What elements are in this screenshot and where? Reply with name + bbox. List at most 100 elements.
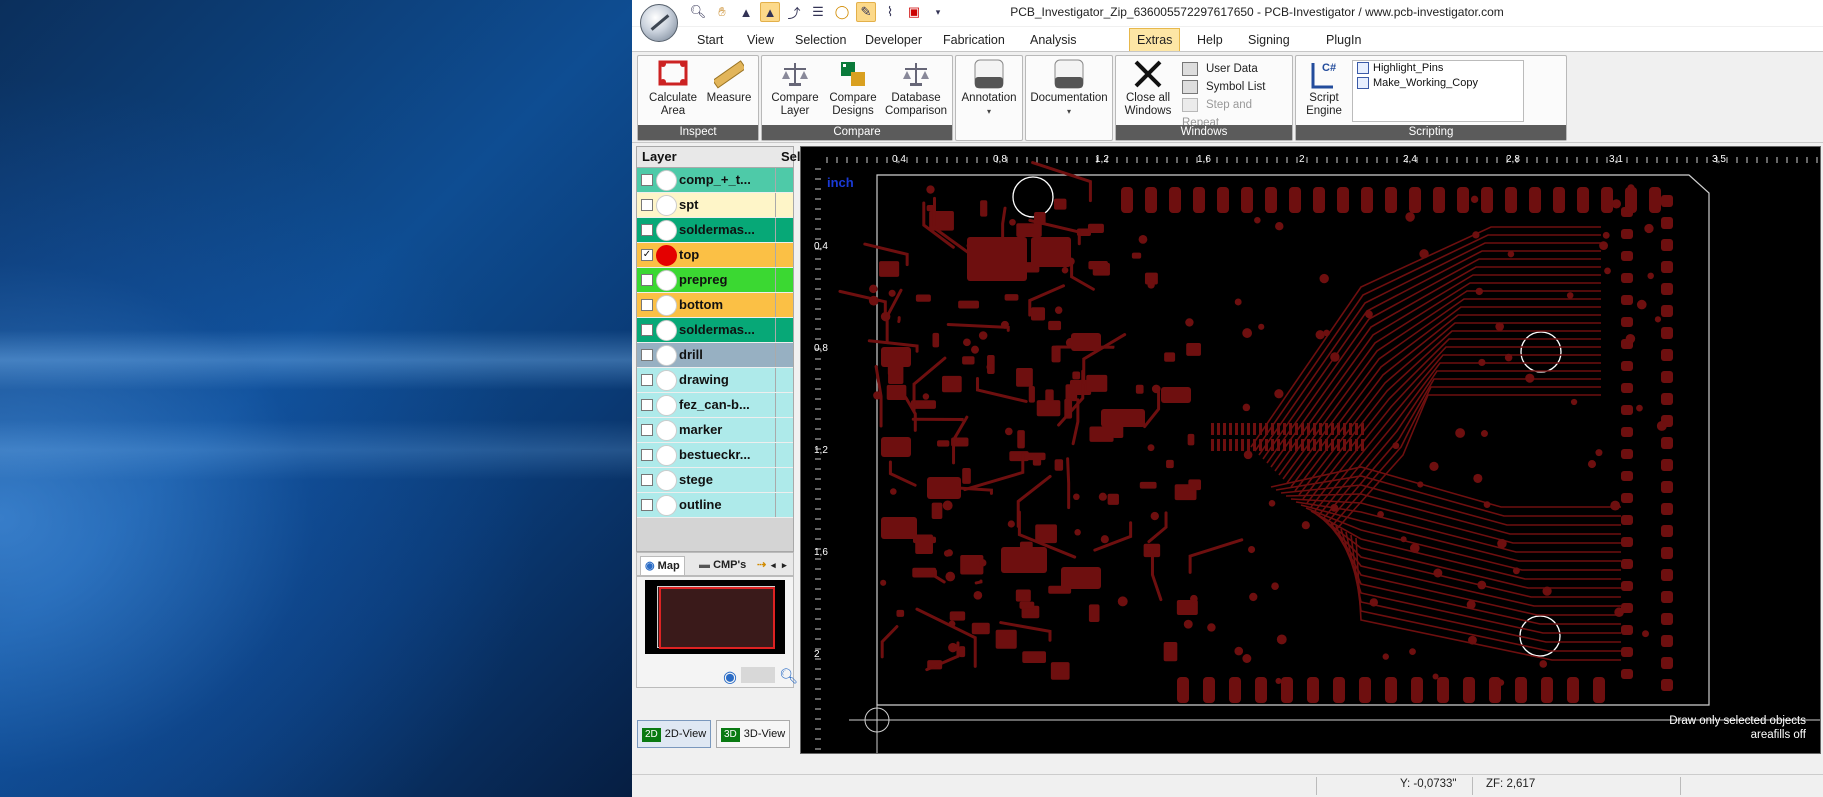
pan-hand-icon[interactable]: ✋︎ (712, 2, 732, 22)
layer-color-dot[interactable] (656, 420, 677, 441)
layer-row[interactable]: comp_+_t... (637, 168, 793, 193)
paint-brush-icon[interactable]: ⌇ (880, 2, 900, 22)
status-separator (1472, 777, 1473, 795)
layer-visibility-checkbox[interactable] (641, 499, 653, 511)
3d-view-button[interactable]: 3D 3D-View (716, 720, 791, 748)
script-list: Highlight_Pins Make_Working_Copy (1352, 60, 1524, 122)
minimap-viewport-frame[interactable] (659, 587, 775, 649)
layer-visibility-checkbox[interactable] (641, 174, 653, 186)
layer-color-dot[interactable] (656, 395, 677, 416)
more-tabs-icon[interactable]: ⇢ (757, 556, 766, 574)
dropdown-icon[interactable]: ▾ (928, 2, 948, 22)
layer-row[interactable]: marker (637, 418, 793, 443)
layer-visibility-checkbox[interactable] (641, 299, 653, 311)
pcb-canvas[interactable]: 0,4 0,8 1,2 1,6 2 2,4 2,8 3,1 3,5 0,4 0,8 1,2 1,6 2 i… (800, 146, 1821, 754)
layer-color-dot[interactable] (656, 345, 677, 366)
layer-visibility-checkbox[interactable] (641, 199, 653, 211)
zoom-icon[interactable]: 🔍︎ (779, 667, 798, 687)
layer-visibility-checkbox[interactable] (641, 274, 653, 286)
layer-visibility-checkbox[interactable] (641, 224, 653, 236)
annotation-button[interactable]: Annotation ▾ (959, 59, 1019, 118)
layer-row[interactable]: ✓ top (637, 243, 793, 268)
close-all-windows-button[interactable]: Close all Windows (1120, 59, 1176, 118)
compare-designs-button[interactable]: Compare Designs (825, 59, 881, 118)
route-icon[interactable]: ⤴ (784, 2, 804, 22)
layer-color-dot[interactable] (656, 220, 677, 241)
script-item[interactable]: Make_Working_Copy (1353, 76, 1523, 91)
layer-row[interactable]: prepreg (637, 268, 793, 293)
layer-visibility-checkbox[interactable] (641, 399, 653, 411)
step-and-repeat-button[interactable]: Step and Repeat (1182, 96, 1292, 129)
tab-selection[interactable]: Selection (788, 30, 853, 50)
layer-row[interactable]: fez_can-b... (637, 393, 793, 418)
layer-visibility-checkbox[interactable] (641, 474, 653, 486)
tab-plugin[interactable]: PlugIn (1319, 30, 1368, 50)
layer-row[interactable]: bottom (637, 293, 793, 318)
tab-extras[interactable]: Extras (1129, 28, 1181, 51)
layer-visibility-checkbox[interactable]: ✓ (641, 249, 653, 261)
layer-color-dot[interactable] (656, 495, 677, 516)
symbol-list-button[interactable]: Symbol List (1182, 78, 1265, 96)
layer-visibility-checkbox[interactable] (641, 374, 653, 386)
map-slider[interactable] (740, 667, 775, 683)
tab-signing[interactable]: Signing (1241, 30, 1297, 50)
layer-visibility-checkbox[interactable] (641, 349, 653, 361)
script-item[interactable]: Highlight_Pins (1353, 61, 1523, 76)
layer-color-dot[interactable] (656, 245, 677, 266)
layer-color-dot[interactable] (656, 320, 677, 341)
layer-row[interactable]: stege (637, 468, 793, 493)
layer-color-dot[interactable] (656, 370, 677, 391)
layer-color-dot[interactable] (656, 170, 677, 191)
edit-pencil-icon[interactable]: ✎ (856, 2, 876, 22)
minimap[interactable] (645, 580, 785, 654)
measure-button[interactable]: Measure (706, 59, 752, 105)
via (1654, 316, 1662, 323)
scroll-left-icon[interactable]: ◂ (771, 556, 776, 574)
layer-visibility-checkbox[interactable] (641, 424, 653, 436)
layer-row[interactable]: drawing (637, 368, 793, 393)
calculate-area-button[interactable]: Calculate Area (646, 59, 700, 118)
layer-name: fez_can-b... (679, 397, 750, 412)
layer-row[interactable]: outline (637, 493, 793, 518)
circle-icon[interactable]: ◯ (832, 2, 852, 22)
tab-help[interactable]: Help (1190, 30, 1230, 50)
layer-color-dot[interactable] (656, 470, 677, 491)
compare-layer-button[interactable]: Compare Layer (767, 59, 823, 118)
select-arrow-icon[interactable]: ▲ (736, 2, 756, 22)
script-engine-button[interactable]: C# Script Engine (1300, 59, 1348, 118)
layer-row[interactable]: spt (637, 193, 793, 218)
zoom-icon[interactable]: 🔍︎ (688, 2, 708, 22)
layer-visibility-checkbox[interactable] (641, 324, 653, 336)
tab-start[interactable]: Start (690, 30, 730, 50)
layer-row[interactable]: soldermas... (637, 318, 793, 343)
mounting-hole (1012, 176, 1054, 218)
user-data-button[interactable]: User Data (1182, 60, 1258, 78)
navigator-tabs: ◉ Map ▬ CMP's ⇢ ◂ ▸ (636, 552, 794, 576)
globe-icon[interactable]: ◉ (723, 667, 737, 687)
database-comparison-button[interactable]: Database Comparison (883, 59, 949, 118)
y-tick-label: 1,2 (814, 445, 828, 456)
edge-pad (1621, 405, 1633, 415)
scroll-right-icon[interactable]: ▸ (782, 556, 787, 574)
app-logo-icon[interactable] (640, 4, 678, 42)
layer-icon[interactable]: ☰ (808, 2, 828, 22)
tab-fabrication[interactable]: Fabrication (936, 30, 1012, 50)
layer-color-dot[interactable] (656, 270, 677, 291)
layer-row[interactable]: soldermas... (637, 218, 793, 243)
tab-developer[interactable]: Developer (858, 30, 929, 50)
documentation-button[interactable]: Documentation ▾ (1029, 59, 1109, 118)
layer-row[interactable]: drill (637, 343, 793, 368)
layer-color-dot[interactable] (656, 445, 677, 466)
layer-row[interactable]: bestueckr... (637, 443, 793, 468)
select-active-icon[interactable]: ▲ (760, 2, 780, 22)
layer-color-dot[interactable] (656, 195, 677, 216)
tab-cmps[interactable]: ▬ CMP's (699, 556, 746, 574)
layer-color-dot[interactable] (656, 295, 677, 316)
layer-visibility-checkbox[interactable] (641, 449, 653, 461)
tab-analysis[interactable]: Analysis (1023, 30, 1084, 50)
2d-view-button[interactable]: 2D 2D-View (637, 720, 712, 748)
layer-sel-divider (775, 318, 776, 342)
tab-map[interactable]: ◉ Map (640, 556, 685, 575)
tab-view[interactable]: View (740, 30, 781, 50)
red-window-icon[interactable]: ▣ (904, 2, 924, 22)
